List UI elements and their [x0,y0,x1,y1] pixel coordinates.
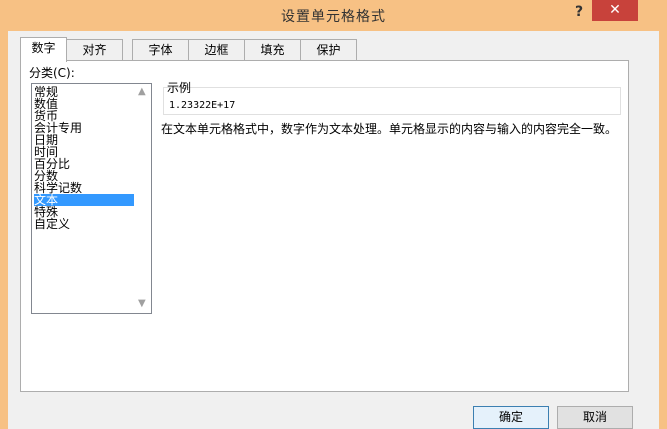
scroll-down-icon[interactable]: ▼ [138,298,146,309]
format-cells-dialog: 设置单元格格式 ? ✕ 数字 对齐 字体 边框 填充 保护 分类(C): 常规 … [0,0,667,429]
category-scrollbar[interactable]: ▲ ▼ [134,84,151,313]
category-item-custom[interactable]: 自定义 [34,218,134,230]
tab-border[interactable]: 边框 [188,39,245,60]
category-list[interactable]: 常规 数值 货币 会计专用 日期 时间 百分比 分数 科学记数 文本 特殊 自定… [31,83,152,314]
help-icon[interactable]: ? [571,4,587,22]
number-tab-panel: 分类(C): 常规 数值 货币 会计专用 日期 时间 百分比 分数 科学记数 文… [20,60,629,392]
dialog-title: 设置单元格格式 [281,9,386,25]
scroll-up-icon[interactable]: ▲ [138,86,146,97]
tab-alignment[interactable]: 对齐 [66,39,123,60]
sample-value: 1.23322E+17 [169,100,236,111]
title-bar[interactable]: 设置单元格格式 ? ✕ [0,0,667,32]
close-button[interactable]: ✕ [592,0,638,21]
cancel-button[interactable]: 取消 [557,406,633,429]
tab-font[interactable]: 字体 [132,39,189,60]
ok-button[interactable]: 确定 [473,406,549,429]
dialog-body: 数字 对齐 字体 边框 填充 保护 分类(C): 常规 数值 货币 会计专用 日… [8,31,659,429]
tab-number[interactable]: 数字 [20,37,67,62]
format-description: 在文本单元格格式中，数字作为文本处理。单元格显示的内容与输入的内容完全一致。 [161,122,618,136]
tab-protection[interactable]: 保护 [300,39,357,60]
sample-label: 示例 [167,81,192,95]
category-label: 分类(C): [29,66,75,80]
tab-fill[interactable]: 填充 [244,39,301,60]
